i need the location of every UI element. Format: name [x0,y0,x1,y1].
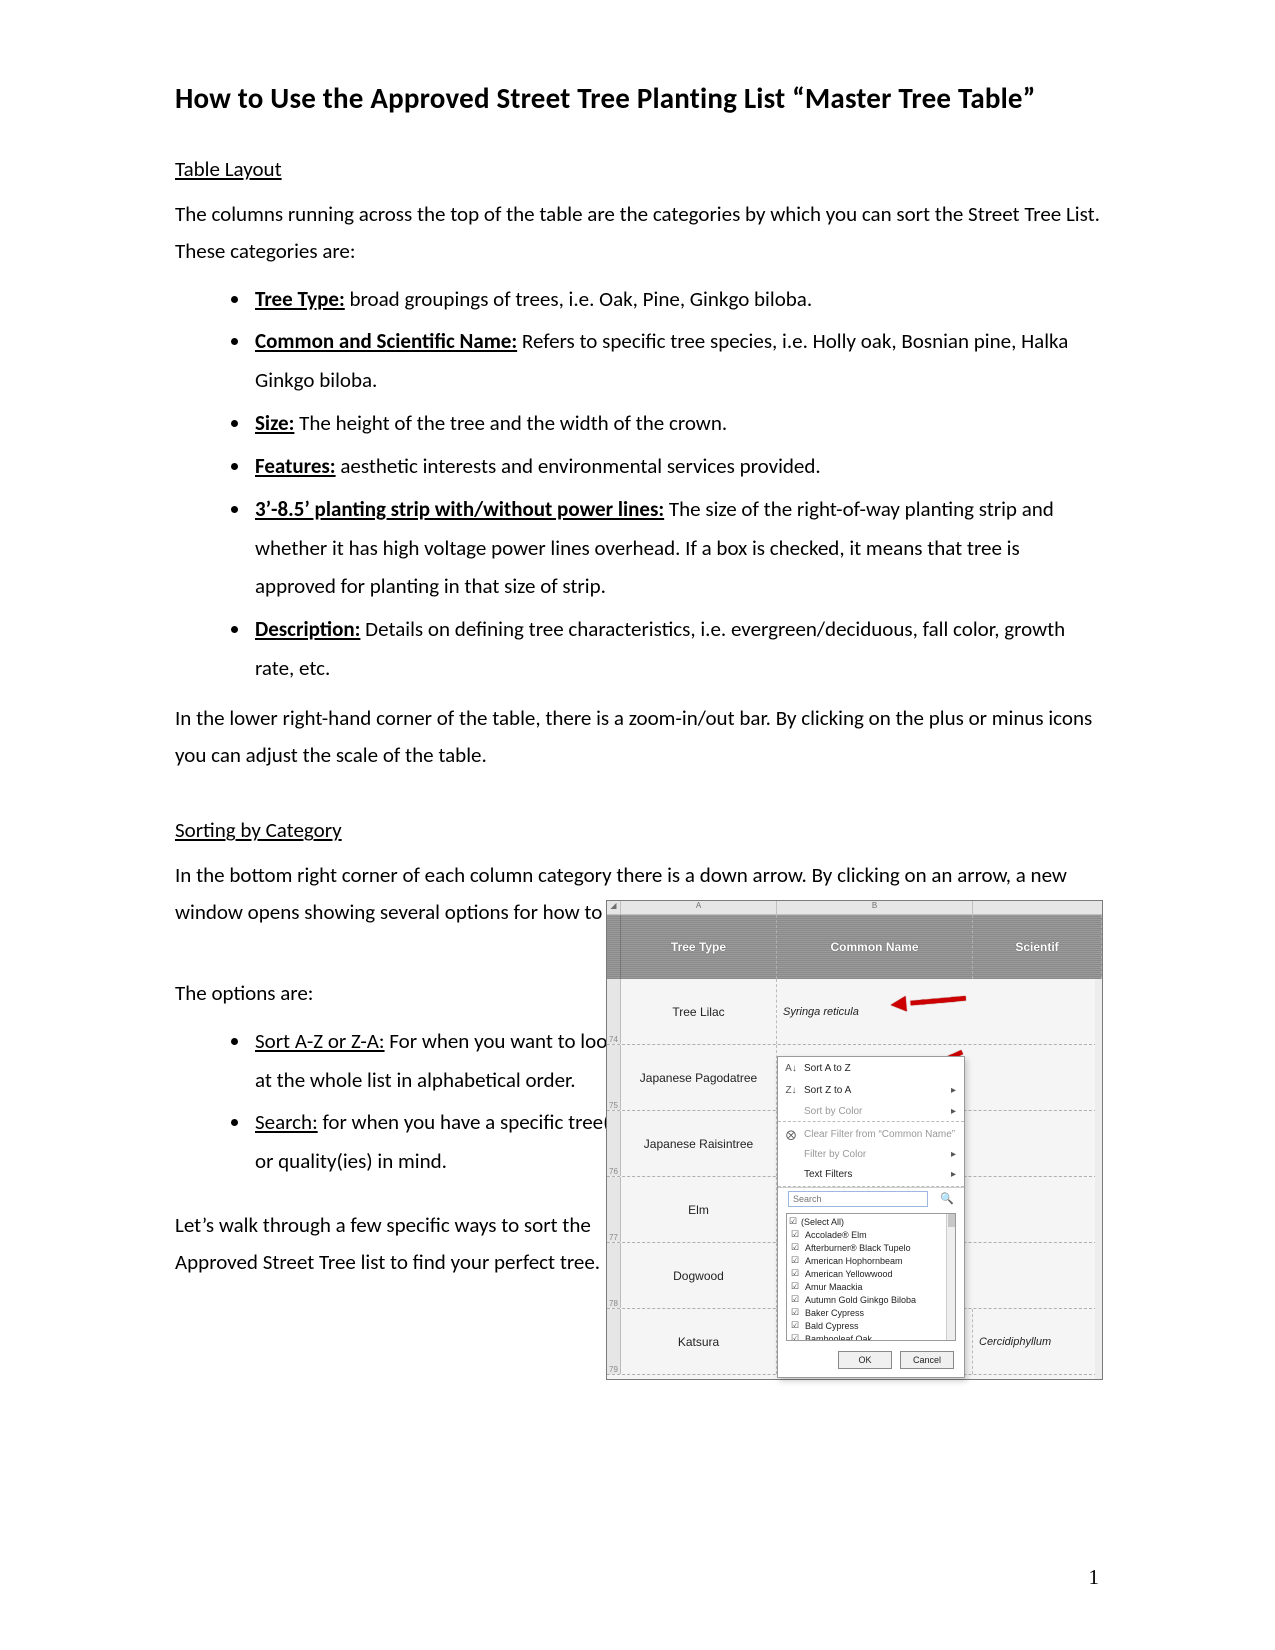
row-num[interactable]: 74 [607,979,621,1044]
cell-tree-type[interactable]: Elm [621,1177,777,1242]
sort-za-icon: Z↓ [784,1083,798,1097]
page-title: How to Use the Approved Street Tree Plan… [175,80,1100,116]
column-letter-row: ◢ A B [607,901,1102,915]
label: Filter by Color [804,1149,866,1160]
filter-checklist[interactable]: (Select All) Accolade® Elm Afterburner® … [786,1213,956,1341]
cell-tree-type[interactable]: Katsura [621,1309,777,1374]
column-letter-b[interactable]: B [777,901,973,914]
term: Features: [255,453,336,479]
cell-tree-type[interactable]: Tree Lilac [621,979,777,1044]
options-list: Sort A-Z or Z-A: For when you want to lo… [251,1022,637,1181]
text-filters-item[interactable]: Text Filters ▸ [778,1164,964,1184]
options-lead: The options are: [175,975,637,1012]
header-common-name[interactable]: Common Name [777,915,973,979]
row-num[interactable] [607,915,621,979]
header-tree-type[interactable]: Tree Type [621,915,777,979]
filter-dropdown: A↓ Sort A to Z Z↓ Sort Z to A ▸ Sort by … [777,1056,965,1378]
scrollbar[interactable] [946,1213,956,1341]
column-letter-a[interactable]: A [621,901,777,914]
check-item[interactable]: American Hophornbeam [789,1255,953,1268]
filter-color-item[interactable]: Filter by Color ▸ [778,1144,964,1164]
section-heading-layout: Table Layout [175,156,1100,182]
term-desc: Details on defining tree characteristics… [255,616,1065,681]
list-item: Features: aesthetic interests and enviro… [251,447,1100,486]
header-scientific[interactable]: Scientif [973,915,1102,979]
term: Sort A-Z or Z-A: [255,1028,385,1054]
check-item-select-all[interactable]: (Select All) [789,1216,953,1229]
sort-az-icon: A↓ [784,1061,798,1075]
search-input[interactable] [788,1191,928,1207]
row-num[interactable]: 76 [607,1111,621,1176]
term: Description: [255,616,360,642]
term: Search: [255,1109,318,1135]
list-item: Description: Details on defining tree ch… [251,610,1100,688]
cancel-button[interactable]: Cancel [900,1351,954,1369]
sort-color-item[interactable]: Sort by Color ▸ [778,1101,964,1121]
check-item[interactable]: Baker Cypress [789,1307,953,1320]
row-num[interactable]: 77 [607,1177,621,1242]
label: Sort Z to A [804,1085,851,1096]
check-item[interactable]: Bald Cypress [789,1320,953,1333]
page-number: 1 [1089,1565,1100,1590]
term: Size: [255,410,294,436]
check-item[interactable]: Bambooleaf Oak [789,1333,953,1341]
category-list: Tree Type: broad groupings of trees, i.e… [251,280,1100,688]
term-desc: The height of the tree and the width of … [294,410,727,436]
cell-scientific[interactable]: Cercidiphyllum [973,1309,1102,1374]
section-intro: The columns running across the top of th… [175,196,1100,270]
label: Text Filters [804,1169,852,1180]
sheet-vertical-scrollbar[interactable] [1095,979,1102,1379]
section-heading-sorting: Sorting by Category [175,817,1100,843]
check-item[interactable]: Afterburner® Black Tupelo [789,1242,953,1255]
list-item: Sort A-Z or Z-A: For when you want to lo… [251,1022,637,1100]
label: Sort A to Z [804,1063,851,1074]
table-row: 74 Tree Lilac Syringa reticula [607,979,1102,1045]
table-header-row: Tree Type Common Name Scientif [607,915,1102,979]
check-item[interactable]: Accolade® Elm [789,1229,953,1242]
list-item: Size: The height of the tree and the wid… [251,404,1100,443]
term-desc: aesthetic interests and environmental se… [336,453,821,479]
cell-tree-type[interactable]: Dogwood [621,1243,777,1308]
list-item: Tree Type: broad groupings of trees, i.e… [251,280,1100,319]
clear-filter-icon: ⨂ [784,1128,798,1142]
closing-text: Let’s walk through a few specific ways t… [175,1207,637,1281]
term: 3’-8.5’ planting strip with/without powe… [255,496,664,522]
chevron-right-icon: ▸ [951,1149,956,1160]
label: Sort by Color [804,1106,862,1117]
check-item[interactable]: Autumn Gold Ginkgo Biloba [789,1294,953,1307]
cell-tree-type[interactable]: Japanese Pagodatree [621,1045,777,1110]
ok-button[interactable]: OK [838,1351,892,1369]
search-row: 🔍 [778,1187,964,1209]
row-num[interactable]: 78 [607,1243,621,1308]
term: Tree Type: [255,286,345,312]
scroll-thumb[interactable] [948,1213,955,1227]
select-all-corner[interactable]: ◢ [607,901,621,914]
clear-filter-item[interactable]: ⨂ Clear Filter from “Common Name” [778,1124,964,1144]
chevron-right-icon: ▸ [951,1169,956,1180]
chevron-right-icon: ▸ [951,1106,956,1117]
cell-tree-type[interactable]: Japanese Raisintree [621,1111,777,1176]
list-item: 3’-8.5’ planting strip with/without powe… [251,490,1100,607]
row-num[interactable]: 79 [607,1309,621,1374]
search-icon: 🔍 [940,1192,954,1205]
section-outro: In the lower right-hand corner of the ta… [175,700,1100,774]
check-item[interactable]: Amur Maackia [789,1281,953,1294]
label: Clear Filter from “Common Name” [804,1129,955,1140]
list-item: Search: for when you have a specific tre… [251,1103,637,1181]
chevron-right-icon: ▸ [951,1085,956,1096]
term: Common and Scientific Name: [255,328,517,354]
list-item: Common and Scientific Name: Refers to sp… [251,322,1100,400]
row-num[interactable]: 75 [607,1045,621,1110]
sort-za-item[interactable]: Z↓ Sort Z to A ▸ [778,1079,964,1101]
excel-screenshot-figure: ◢ A B Tree Type Common Name Scientif 74 … [606,900,1103,1380]
check-item[interactable]: American Yellowwood [789,1268,953,1281]
sort-az-item[interactable]: A↓ Sort A to Z [778,1057,964,1079]
term-desc: broad groupings of trees, i.e. Oak, Pine… [345,286,812,312]
